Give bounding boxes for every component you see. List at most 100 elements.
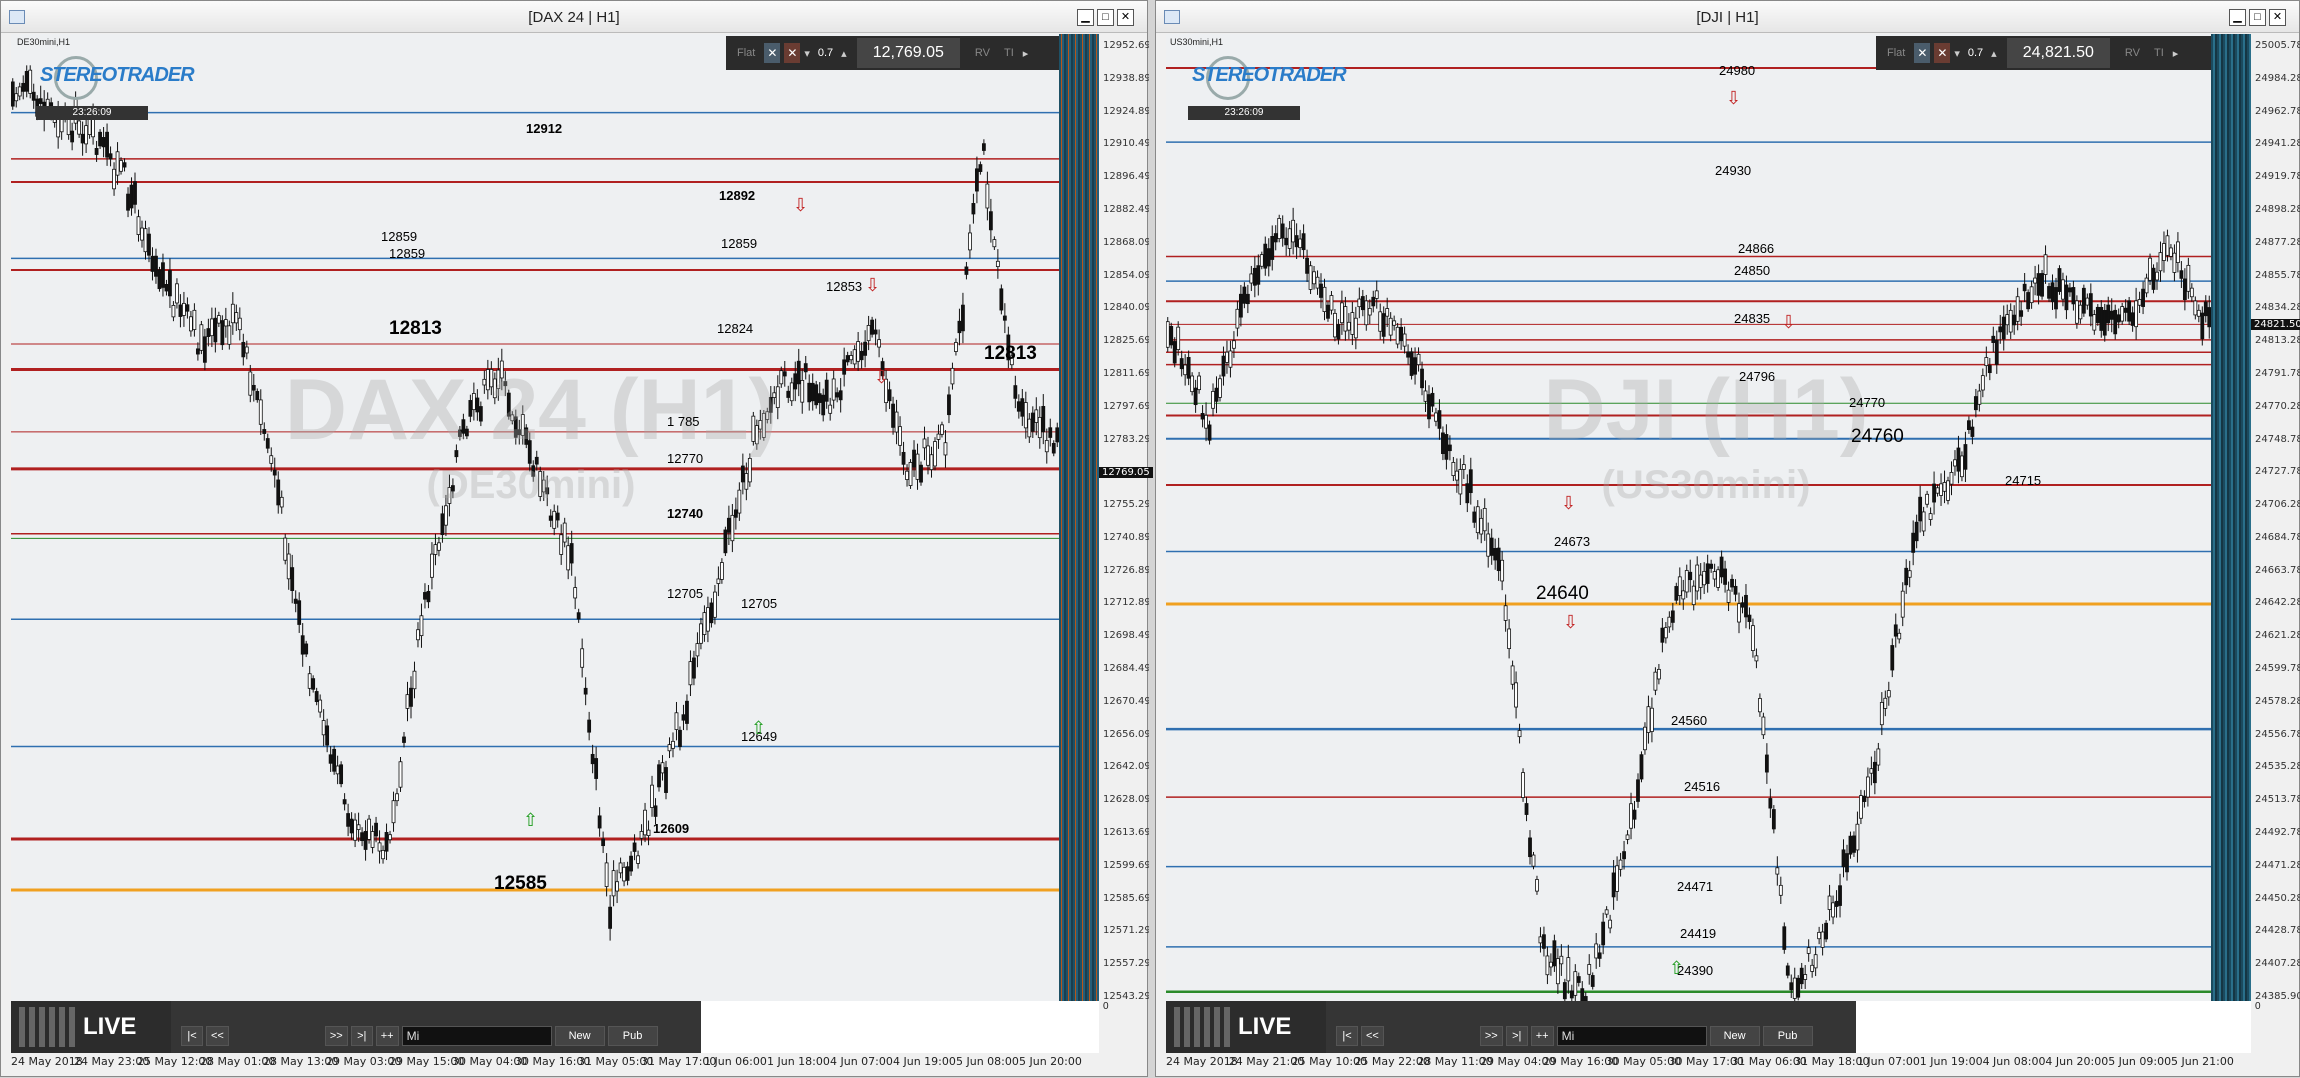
level-label: 12740 (667, 506, 704, 521)
candle-body (1907, 570, 1912, 578)
axis-price-label: 12585.69 (1103, 892, 1149, 904)
candle-body (230, 303, 235, 324)
prev-page-button[interactable]: << (1361, 1026, 1384, 1046)
candle-body (1357, 298, 1362, 308)
trade-toolbar[interactable]: Flat ✕ ✕ ▾ 0.7 ▴ 24,821.50 RV TI ▸ (1876, 36, 2251, 70)
minimize-button[interactable]: ▁ (2229, 9, 2246, 26)
server-clock: 23:26:09 (1188, 106, 1300, 120)
trade-toolbar[interactable]: Flat ✕ ✕ ▾ 0.7 ▴ 12,769.05 RV TI ▸ (726, 36, 1096, 70)
candle-body (1632, 809, 1637, 820)
candle-body (2054, 287, 2058, 310)
lots-down-icon[interactable]: ▾ (1954, 47, 1960, 60)
candle-body (1761, 716, 1766, 736)
candle-body (1684, 570, 1689, 593)
candle-body (1555, 958, 1560, 985)
candle-body (1747, 614, 1752, 622)
candle-body (1305, 257, 1309, 274)
candle-body (1782, 926, 1787, 950)
last-bar-button[interactable]: >| (1505, 1026, 1528, 1046)
candle-body (1420, 368, 1424, 389)
prev-page-button[interactable]: << (206, 1026, 229, 1046)
ti-button[interactable]: TI (2149, 45, 2169, 61)
candle-body (332, 748, 337, 772)
candle-body (695, 643, 700, 657)
level-label: 12853 (826, 279, 863, 294)
cancel-button[interactable]: ✕ (784, 43, 801, 63)
candle-body (409, 687, 413, 707)
expand-icon[interactable]: ▸ (1023, 47, 1029, 60)
candle-body (1566, 957, 1571, 982)
mode-button[interactable]: Flat (1882, 45, 1910, 61)
close-all-button[interactable]: ✕ (764, 43, 781, 63)
dji-price-chart[interactable] (1166, 34, 2211, 1001)
candle-body (1897, 632, 1902, 640)
candle-body (328, 754, 333, 764)
maximize-button[interactable]: □ (1097, 9, 1114, 26)
candle-body (597, 815, 602, 829)
candle-body (1573, 971, 1578, 996)
candle-body (674, 712, 679, 730)
candle-body (1266, 248, 1271, 267)
candle-body (2165, 235, 2170, 256)
next-page-button[interactable]: >> (1479, 1026, 1503, 1046)
rv-button[interactable]: RV (2120, 45, 2145, 61)
fit-button[interactable]: ++ (375, 1026, 399, 1046)
candle-body (975, 168, 979, 192)
axis-price-label: 12684.49 (1103, 663, 1149, 675)
lots-down-icon[interactable]: ▾ (804, 47, 810, 60)
cancel-button[interactable]: ✕ (1934, 43, 1951, 63)
candle-body (1646, 706, 1651, 733)
candle-body (388, 834, 392, 841)
fit-button[interactable]: ++ (1530, 1026, 1554, 1046)
level-label: 24516 (1684, 779, 1721, 794)
ti-button[interactable]: TI (999, 45, 1019, 61)
candle-body (1569, 990, 1574, 999)
dji-chart-window[interactable]: [DJI | H1] ▁ □ ✕ DJI (H1) (US30mini) US3… (1155, 0, 2300, 1077)
pub-button[interactable]: Pub (607, 1026, 658, 1046)
new-button[interactable]: New (554, 1026, 605, 1046)
last-bar-button[interactable]: >| (350, 1026, 373, 1046)
candle-body (433, 544, 438, 555)
stereotrader-logo: STEREOTRADER 23:26:09 (1168, 56, 1347, 121)
lots-value[interactable]: 0.7 (1964, 47, 1987, 59)
candle-body (950, 367, 955, 385)
new-button[interactable]: New (1709, 1026, 1760, 1046)
candle-body (733, 509, 738, 518)
candle-body (1670, 610, 1675, 623)
candle-body (817, 393, 822, 403)
close-button[interactable]: ✕ (1117, 9, 1134, 26)
minimize-button[interactable]: ▁ (1077, 9, 1094, 26)
close-button[interactable]: ✕ (2269, 9, 2286, 26)
level-label: 12770 (667, 451, 704, 466)
filter-input[interactable]: Mi (401, 1026, 552, 1046)
candle-body (1343, 306, 1348, 332)
lots-up-icon[interactable]: ▴ (841, 47, 847, 60)
pub-button[interactable]: Pub (1762, 1026, 1813, 1046)
candle-body (1482, 507, 1487, 532)
candle-body (936, 433, 941, 440)
candle-body (98, 131, 102, 147)
next-page-button[interactable]: >> (324, 1026, 348, 1046)
expand-icon[interactable]: ▸ (2173, 47, 2179, 60)
axis-price-label: 12896.49 (1103, 171, 1149, 183)
lots-up-icon[interactable]: ▴ (1991, 47, 1997, 60)
dax-price-chart[interactable] (11, 34, 1059, 1001)
candle-body (957, 320, 962, 334)
dax-title-bar[interactable]: [DAX 24 | H1] ▁ □ ✕ (1, 1, 1147, 33)
mode-button[interactable]: Flat (732, 45, 760, 61)
candle-body (1326, 304, 1330, 319)
candle-body (1381, 313, 1386, 337)
dji-title-bar[interactable]: [DJI | H1] ▁ □ ✕ (1156, 1, 2299, 33)
first-bar-button[interactable]: |< (181, 1026, 203, 1046)
close-all-button[interactable]: ✕ (1914, 43, 1931, 63)
candle-body (2120, 306, 2125, 322)
candle-body (2033, 277, 2037, 284)
candle-body (398, 761, 403, 788)
first-bar-button[interactable]: |< (1336, 1026, 1358, 1046)
dax-chart-window[interactable]: [DAX 24 | H1] ▁ □ ✕ DAX 24 (H1) (DE30min… (0, 0, 1153, 1077)
lots-value[interactable]: 0.7 (814, 47, 837, 59)
maximize-button[interactable]: □ (2249, 9, 2266, 26)
candle-body (1221, 355, 1226, 377)
rv-button[interactable]: RV (970, 45, 995, 61)
filter-input[interactable]: Mi (1556, 1026, 1707, 1046)
